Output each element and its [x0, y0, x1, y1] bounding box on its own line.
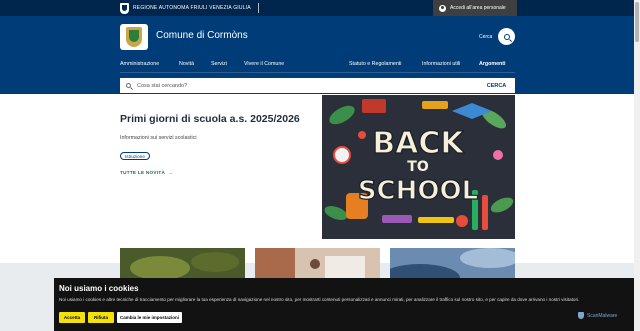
search-label: Cerca: [479, 34, 493, 40]
back-to-school-illustration: BACK TO SCHOOL: [322, 95, 515, 239]
accept-cookies-button[interactable]: Accetta: [59, 312, 85, 323]
all-news-link[interactable]: TUTTE LE NOVITÀ →: [120, 170, 173, 175]
illustration-text-school: SCHOOL: [358, 176, 478, 206]
scrollbar-thumb[interactable]: [635, 2, 639, 42]
hero-description: Informazioni sui servizi scolastici: [120, 135, 197, 141]
page: REGIONE AUTONOMA FRIULI VENEZIA GIULIA A…: [0, 0, 640, 331]
search-input[interactable]: [137, 82, 437, 89]
scanmalware-label: ScanMalware: [587, 312, 618, 319]
divider: [257, 3, 259, 13]
coat-of-arms-icon: [126, 27, 142, 47]
illustration-text-back: BACK: [372, 126, 465, 161]
nav-item-amministrazione[interactable]: Amministrazione: [120, 61, 159, 67]
nav-item-argomenti[interactable]: Argomenti: [479, 61, 506, 67]
site-title[interactable]: Comune di Cormòns: [156, 30, 248, 41]
all-news-label: TUTTE LE NOVITÀ: [120, 170, 166, 175]
hero-image[interactable]: BACK TO SCHOOL: [322, 95, 515, 239]
nav-item-servizi[interactable]: Servizi: [211, 61, 227, 67]
nav-item-vivere-il-comune[interactable]: Vivere il Comune: [244, 61, 284, 67]
search-icon: [126, 83, 131, 88]
login-label: Accedi all'area personale: [450, 5, 506, 11]
scanmalware-badge[interactable]: ScanMalware: [578, 312, 617, 319]
site-header: Comune di Cormòns Cerca Amministrazione …: [0, 16, 634, 94]
reject-cookies-button[interactable]: Rifiuta: [88, 312, 114, 323]
cookie-text: Noi usiamo i cookies e altre tecniche di…: [59, 297, 580, 302]
user-icon: [439, 4, 446, 12]
cookie-title: Noi usiamo i cookies: [59, 284, 139, 293]
hero-title[interactable]: Primi giorni di scuola a.s. 2025/2026: [120, 113, 300, 125]
region-emblem-icon: [120, 2, 129, 14]
search-toggle-button[interactable]: [498, 28, 515, 45]
shield-icon: [578, 312, 584, 319]
region-link[interactable]: REGIONE AUTONOMA FRIULI VENEZIA GIULIA: [120, 2, 259, 14]
search-bar: [120, 78, 478, 93]
illustration-text-to: TO: [407, 159, 429, 175]
cookie-banner: Noi usiamo i cookies Noi usiamo i cookie…: [54, 278, 634, 331]
change-settings-button[interactable]: Cambia le mie impostazioni: [117, 312, 182, 323]
municipality-logo[interactable]: [120, 24, 148, 50]
arrow-right-icon: →: [168, 170, 173, 175]
nav-item-statuto-e-regolamenti[interactable]: Statuto e Regolamenti: [349, 61, 401, 67]
top-strip: REGIONE AUTONOMA FRIULI VENEZIA GIULIA A…: [0, 0, 634, 16]
nav-divider: [120, 72, 515, 73]
login-button[interactable]: Accedi all'area personale: [433, 0, 517, 16]
region-name: REGIONE AUTONOMA FRIULI VENEZIA GIULIA: [133, 5, 251, 11]
search-submit-button[interactable]: CERCA: [478, 78, 515, 93]
nav-item-novita[interactable]: Novità: [179, 61, 194, 67]
scrollbar-track[interactable]: [634, 0, 640, 331]
nav-item-informazioni-utili[interactable]: Informazioni utili: [422, 61, 460, 67]
topic-tag[interactable]: Istruzione: [120, 152, 150, 160]
search-icon: [503, 33, 510, 40]
